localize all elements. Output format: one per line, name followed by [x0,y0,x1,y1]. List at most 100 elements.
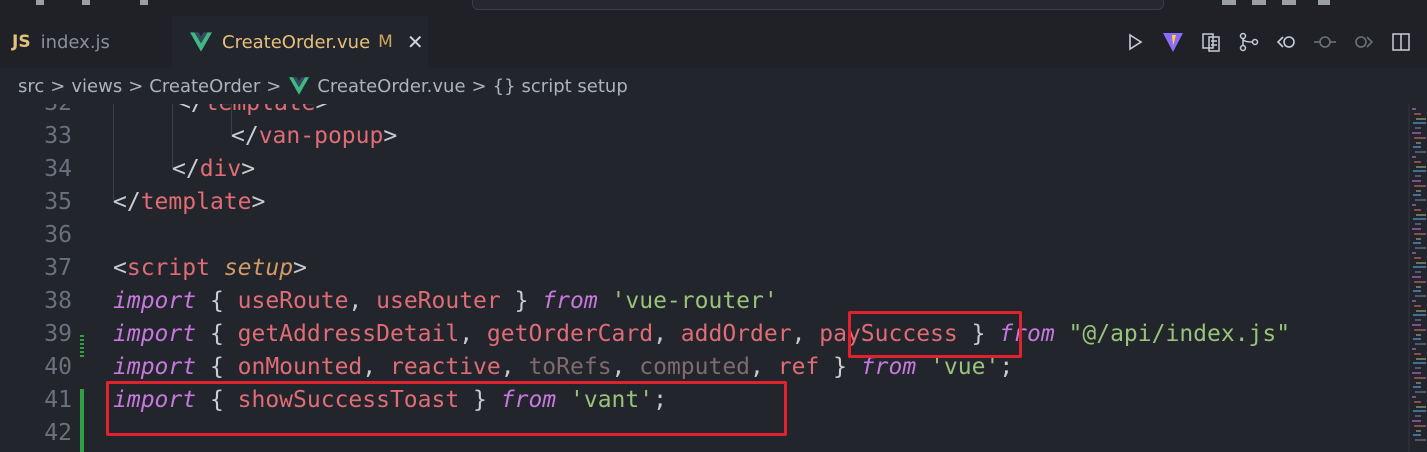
code-token: </ [172,156,200,182]
minimap-line [1413,386,1421,389]
tab-createorder-vue[interactable]: CreateOrder.vue M ✕ [172,16,428,68]
layout-toggle-icon[interactable] [1222,0,1236,5]
minimap-line [1416,381,1421,384]
code-token: > [315,104,329,116]
layout-toggle-icon[interactable] [1318,0,1330,5]
breadcrumb-item-file[interactable]: CreateOrder.vue [317,76,465,97]
code-token: template [140,189,252,215]
breadcrumb: src > views > CreateOrder > CreateOrder.… [0,68,1427,104]
minimap-line [1416,357,1426,360]
code-token: > [241,156,256,182]
split-editor-icon[interactable] [1386,27,1416,57]
minimap-line [1413,434,1421,437]
code-text: </template> [177,104,329,120]
line-number: 38 [44,288,72,314]
code-line[interactable]: 36 [0,219,1410,252]
minimap-line [1413,122,1426,125]
breadcrumb-item-src[interactable]: src [18,76,44,97]
code-token: addOrder [680,321,792,347]
line-number: 34 [44,156,72,182]
code-line[interactable]: 39 import { getAddressDetail, getOrderCar… [0,318,1410,351]
code-token: useRouter [376,288,501,314]
code-line[interactable]: 32 </template> [0,104,1410,120]
circle-dot-icon[interactable] [1310,27,1340,57]
code-token: , [653,321,681,347]
code-line[interactable]: 37 <script setup> [0,252,1410,285]
code-text: <script setup> [113,252,307,285]
code-line[interactable]: 35 </template> [0,186,1410,219]
code-token: getAddressDetail [237,321,460,347]
code-line[interactable]: 38 import { useRoute, useRouter } from 'v… [0,285,1410,318]
editor-actions [1120,16,1424,68]
minimap-line [1414,424,1426,427]
compare-icon[interactable] [1196,27,1226,57]
minimap-line [1415,343,1426,346]
minimap-line [1414,208,1421,211]
minimap-line [1413,218,1426,221]
code-token: { [196,354,238,380]
minimap[interactable] [1412,104,1427,452]
minimap-line [1415,151,1426,154]
highlight-box-import-vant [106,381,787,436]
breadcrumb-separator: > [266,75,282,97]
tab-label: index.js [40,31,110,53]
title-bar-fragment [140,0,148,5]
vite-icon[interactable] [1158,27,1188,57]
run-icon[interactable] [1120,27,1150,57]
vertical-scrollbar[interactable] [1408,104,1410,452]
tab-index-js[interactable]: JS index.js [0,16,172,68]
code-token: , [362,354,390,380]
minimap-line [1413,242,1421,245]
minimap-line [1416,405,1426,408]
tab-label: CreateOrder.vue [222,31,371,53]
minimap-line [1416,141,1421,144]
go-forward-icon[interactable] [1348,27,1378,57]
code-token: , [459,321,487,347]
breadcrumb-item-createorder[interactable]: CreateOrder [149,76,260,97]
code-token: "@/api/index.js" [1068,321,1291,347]
minimap-line [1414,256,1421,259]
code-text: </div> [172,153,255,186]
minimap-line [1413,266,1426,269]
breadcrumb-item-views[interactable]: views [71,76,122,97]
layout-toggle-icon[interactable] [1282,0,1296,5]
go-back-icon[interactable] [1272,27,1302,57]
code-line[interactable]: 40 import { onMounted, reactive, toRefs, … [0,351,1410,384]
line-number: 39 [44,321,72,347]
command-center-search[interactable] [472,0,1164,10]
minimap-line [1414,376,1426,379]
minimap-line [1415,295,1426,298]
minimap-line [1416,189,1421,192]
source-control-icon[interactable] [1234,27,1264,57]
minimap-line [1415,271,1421,274]
minimap-line [1412,108,1416,110]
code-text: import { useRoute, useRouter } from 'vue… [113,285,778,318]
minimap-line [1412,324,1421,326]
highlight-box-paysuccess [848,311,1022,358]
braces-icon: {} [492,75,516,97]
minimap-line [1414,184,1426,187]
code-token: computed [639,354,751,380]
breadcrumb-item-script-setup[interactable]: script setup [522,76,628,97]
breadcrumb-separator: > [50,75,66,97]
code-editor[interactable]: 32</template>33</van-popup>34</div>35</t… [0,104,1427,452]
code-token: ref [777,354,820,380]
layout-toggle-icon[interactable] [1252,0,1266,5]
code-token: > [383,123,398,149]
close-tab-icon[interactable]: ✕ [407,30,424,54]
line-number: 42 [44,420,72,446]
line-number: 35 [44,189,72,215]
minimap-line [1416,165,1426,168]
code-line[interactable]: 33 </van-popup> [0,120,1410,153]
minimap-line [1415,199,1426,202]
code-token: script [126,255,210,281]
line-number: 32 [0,104,72,120]
code-token: from [542,288,598,314]
minimap-line [1412,276,1421,278]
minimap-line [1413,170,1426,173]
code-line[interactable]: 34 </div> [0,153,1410,186]
code-token: onMounted [237,354,363,380]
minimap-line [1412,348,1416,350]
